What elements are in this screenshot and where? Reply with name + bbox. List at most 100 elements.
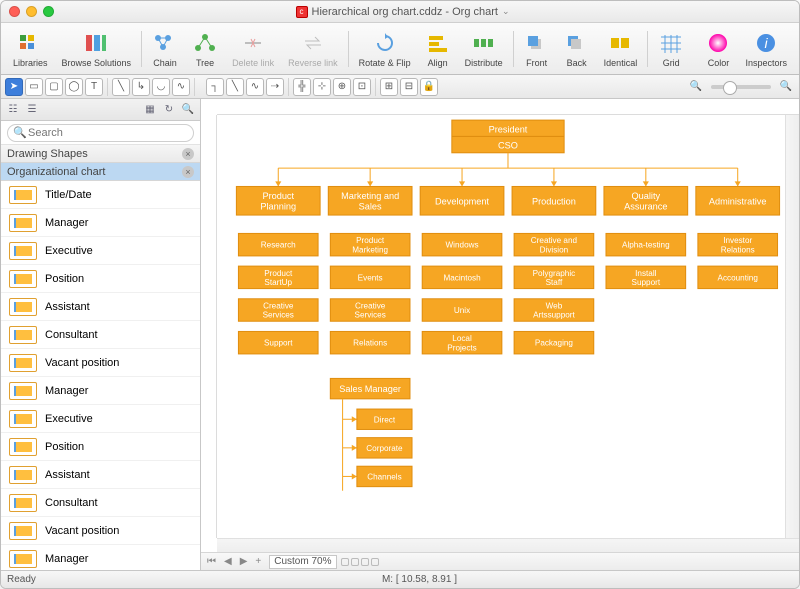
canvas-area: PresidentCSOProductPlanningResearchProdu… [201,99,799,570]
stencil-item[interactable]: Title/Date [1,181,200,209]
connector-style-2[interactable]: ╲ [226,78,244,96]
rounded-rect-tool[interactable]: ▢ [45,78,63,96]
snap-tool-2[interactable]: ⊹ [313,78,331,96]
panel-grid-icon[interactable]: ▦ [142,102,158,118]
vertical-scrollbar[interactable] [785,115,799,538]
snap-tool-4[interactable]: ⊡ [353,78,371,96]
zoom-in-button[interactable]: 🔍 [777,78,795,96]
smart-connector-tool[interactable]: ↳ [132,78,150,96]
svg-text:Projects: Projects [447,343,476,352]
distribute-button[interactable]: Distribute [459,28,509,70]
stencil-item[interactable]: Position [1,433,200,461]
text-tool[interactable]: T [85,78,103,96]
inspectors-button[interactable]: i Inspectors [739,28,793,70]
close-icon[interactable]: × [182,166,194,178]
ellipse-tool[interactable]: ◯ [65,78,83,96]
pointer-tool[interactable]: ➤ [5,78,23,96]
stencil-item[interactable]: Manager [1,545,200,570]
svg-text:Marketing and: Marketing and [341,191,399,201]
arc-tool[interactable]: ◡ [152,78,170,96]
library-search-input[interactable] [7,124,194,142]
svg-text:Development: Development [435,196,489,206]
lock-tool[interactable]: 🔒 [420,78,438,96]
libraries-button[interactable]: Libraries [7,28,54,70]
page-thumbnails[interactable] [341,558,379,566]
horizontal-scrollbar[interactable] [217,538,799,552]
close-window-button[interactable] [9,6,20,17]
stencil-thumb-icon [9,438,37,456]
zoom-out-button[interactable]: 🔍 [687,78,705,96]
minimize-window-button[interactable] [26,6,37,17]
tab-prev-button[interactable]: ⏮ [203,556,220,567]
panel-list-icon[interactable]: ☰ [24,102,40,118]
tab-scroll-left-button[interactable]: ◀ [220,556,236,567]
stencil-item[interactable]: Manager [1,209,200,237]
panel-refresh-icon[interactable]: ↻ [161,102,177,118]
tab-scroll-right-button[interactable]: ▶ [236,556,252,567]
align-button[interactable]: Align [419,28,457,70]
reverse-link-button[interactable]: Reverse link [282,28,344,70]
category-drawing-shapes[interactable]: Drawing Shapes × [1,145,200,163]
stencil-label: Assistant [45,469,90,481]
rotate-flip-button[interactable]: Rotate & Flip [353,28,417,70]
stencil-thumb-icon [9,270,37,288]
stencil-label: Title/Date [45,189,92,201]
stencil-item[interactable]: Assistant [1,293,200,321]
stencil-item[interactable]: Manager [1,377,200,405]
svg-text:Marketing: Marketing [352,245,388,254]
drawing-canvas[interactable]: PresidentCSOProductPlanningResearchProdu… [217,115,799,538]
stencil-item[interactable]: Consultant [1,489,200,517]
delete-link-button[interactable]: Delete link [226,28,280,70]
stencil-item[interactable]: Consultant [1,321,200,349]
chevron-down-icon[interactable]: ⌄ [502,6,510,17]
status-mouse-pos: M: [ 10.58, 8.91 ] [382,574,457,585]
zoom-slider[interactable] [711,85,771,89]
color-button[interactable]: Color [699,28,737,70]
svg-text:Alpha-testing: Alpha-testing [622,241,670,250]
svg-text:Channels: Channels [367,473,401,482]
tab-add-button[interactable]: + [251,556,265,567]
window-title: c Hierarchical org chart.cddz - Org char… [54,6,751,18]
grid-button[interactable]: Grid [652,28,690,70]
back-button[interactable]: Back [558,28,596,70]
zoom-window-button[interactable] [43,6,54,17]
stencil-label: Position [45,273,84,285]
zoom-level-display[interactable]: Custom 70% [269,555,336,569]
svg-text:Creative and: Creative and [531,236,578,245]
close-icon[interactable]: × [182,148,194,160]
rect-tool[interactable]: ▭ [25,78,43,96]
front-button[interactable]: Front [518,28,556,70]
stencil-item[interactable]: Vacant position [1,517,200,545]
panel-search-icon[interactable]: 🔍 [180,102,196,118]
svg-text:President: President [489,124,528,134]
browse-solutions-button[interactable]: Browse Solutions [56,28,138,70]
connector-style-4[interactable]: ⇢ [266,78,284,96]
connector-style-1[interactable]: ┐ [206,78,224,96]
stencil-label: Manager [45,217,88,229]
drawing-toolbar: ➤ ▭ ▢ ◯ T ╲ ↳ ◡ ∿ ┐ ╲ ∿ ⇢ ╬ ⊹ ⊕ ⊡ ⊞ ⊟ 🔒 … [1,75,799,99]
identical-button[interactable]: Identical [598,28,644,70]
svg-text:Local: Local [452,334,472,343]
snap-tool-3[interactable]: ⊕ [333,78,351,96]
stencil-item[interactable]: Vacant position [1,349,200,377]
group-tool[interactable]: ⊞ [380,78,398,96]
line-tool[interactable]: ╲ [112,78,130,96]
snap-tool-1[interactable]: ╬ [293,78,311,96]
stencil-item[interactable]: Executive [1,405,200,433]
tree-button[interactable]: Tree [186,28,224,70]
panel-tree-icon[interactable]: ☷ [5,102,21,118]
connector-style-3[interactable]: ∿ [246,78,264,96]
stencil-item[interactable]: Assistant [1,461,200,489]
svg-text:Services: Services [355,311,386,320]
stencil-item[interactable]: Position [1,265,200,293]
category-organizational-chart[interactable]: Organizational chart × [1,163,200,181]
svg-text:Support: Support [264,339,293,348]
svg-text:Relations: Relations [721,245,755,254]
stencil-item[interactable]: Executive [1,237,200,265]
spline-tool[interactable]: ∿ [172,78,190,96]
stencil-label: Manager [45,553,88,565]
ungroup-tool[interactable]: ⊟ [400,78,418,96]
chain-button[interactable]: Chain [146,28,184,70]
svg-text:Sales Manager: Sales Manager [339,384,401,394]
stencil-list[interactable]: Title/DateManagerExecutivePositionAssist… [1,181,200,570]
